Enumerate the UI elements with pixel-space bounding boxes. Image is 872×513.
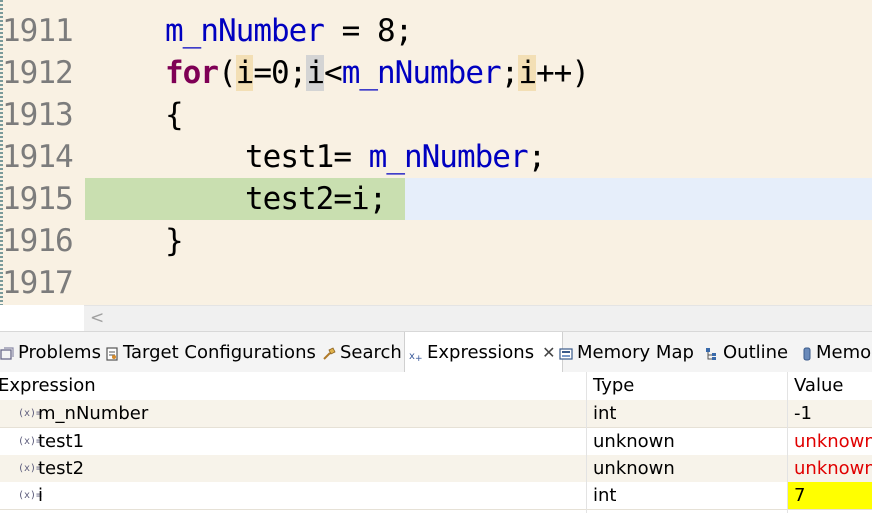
code-line: 1913 {	[0, 94, 872, 136]
value-cell[interactable]: -1	[794, 400, 812, 427]
editor-gutter-footer	[0, 305, 84, 331]
column-divider[interactable]	[787, 372, 788, 513]
tab-outline[interactable]: Outline	[705, 332, 788, 372]
line-number: 1916	[2, 223, 74, 259]
column-header-value[interactable]: Value	[794, 372, 843, 400]
occurrence-highlight: i	[235, 55, 254, 91]
column-divider[interactable]	[586, 372, 587, 513]
table-row[interactable]: (x)= i int 7	[0, 482, 872, 510]
expressions-icon: x +	[409, 346, 423, 364]
line-number: 1911	[2, 13, 74, 49]
expression-cell[interactable]: test1	[38, 428, 84, 455]
tab-memory[interactable]: Memo	[802, 332, 871, 372]
tab-memory-map[interactable]: Memory Map	[559, 332, 694, 372]
code-line: 1917	[0, 262, 872, 304]
line-number: 1917	[2, 265, 74, 301]
problems-icon	[0, 345, 14, 360]
code-line: 1912 for(i=0;i<m_nNumber;i++)	[0, 52, 872, 94]
expression-cell[interactable]: m_nNumber	[38, 400, 148, 427]
tab-expressions[interactable]: x + Expressions ✕	[404, 332, 563, 373]
table-row[interactable]: (x)= test1 unknown unknown	[0, 428, 872, 456]
occurrence-highlight: i	[518, 55, 537, 91]
column-header-type[interactable]: Type	[593, 372, 634, 400]
tab-problems[interactable]: Problems	[0, 332, 101, 372]
value-cell[interactable]: unknown	[794, 455, 872, 482]
code-line: 1915 test2=i;	[0, 178, 872, 220]
line-number: 1915	[2, 181, 74, 217]
code-text: {	[165, 97, 184, 133]
type-cell: unknown	[593, 431, 675, 452]
type-cell: int	[593, 485, 617, 506]
code-text: test2=i;	[245, 181, 387, 217]
tab-target-configurations[interactable]: Target Configurations	[105, 332, 316, 372]
column-header-expression[interactable]: Expression	[0, 372, 96, 400]
table-header: Expression Type Value	[0, 372, 872, 401]
expression-cell[interactable]: i	[38, 482, 43, 509]
type-cell: int	[593, 403, 617, 424]
table-row[interactable]: (x)= test2 unknown unknown	[0, 455, 872, 483]
horizontal-scrollbar[interactable]: <	[84, 305, 872, 332]
type-cell: unknown	[593, 458, 675, 479]
code-text: }	[165, 223, 184, 259]
code-text: for(i=0;i<m_nNumber;i++)	[165, 55, 590, 91]
memory-map-icon	[559, 345, 573, 360]
line-number: 1913	[2, 97, 74, 133]
svg-text:+: +	[415, 354, 423, 362]
code-text: test1= m_nNumber;	[245, 139, 546, 175]
tab-search[interactable]: Search	[322, 332, 402, 372]
outline-icon	[705, 345, 719, 360]
search-icon	[322, 345, 336, 360]
value-cell[interactable]: unknown	[794, 428, 872, 455]
expression-cell[interactable]: test2	[38, 455, 84, 482]
line-number: 1914	[2, 139, 74, 175]
code-editor[interactable]: 1911 m_nNumber = 8; 1912 for(i=0;i<m_nNu…	[0, 0, 872, 305]
value-cell-changed[interactable]: 7	[787, 482, 872, 509]
line-number: 1912	[2, 55, 74, 91]
code-line: 1916 }	[0, 220, 872, 262]
memory-icon	[802, 345, 812, 361]
code-line: 1911 m_nNumber = 8;	[0, 10, 872, 52]
target-config-icon	[105, 345, 119, 361]
close-icon[interactable]: ✕	[542, 343, 555, 362]
code-line: 1914 test1= m_nNumber;	[0, 136, 872, 178]
code-text: m_nNumber = 8;	[165, 13, 413, 49]
selected-occurrence: i	[306, 55, 325, 91]
scroll-left-icon[interactable]: <	[90, 308, 104, 328]
table-row[interactable]: (x)= m_nNumber int -1	[0, 400, 872, 428]
view-tab-bar: Problems Target Configurations Search x +…	[0, 331, 872, 373]
